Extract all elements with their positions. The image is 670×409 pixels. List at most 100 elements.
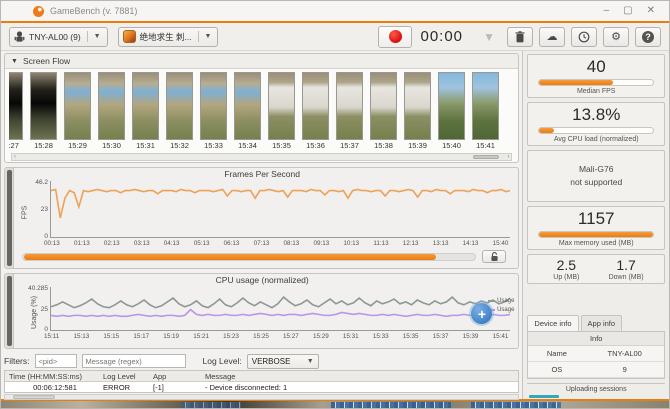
unlock-icon: [490, 252, 499, 262]
log-table-row[interactable]: 00:06:12:581 ERROR [-1] - Device disconn…: [5, 382, 518, 393]
thumbnail-image[interactable]: [166, 72, 193, 140]
x-tick-label: 11:13: [373, 240, 388, 247]
thumbnail-image[interactable]: [132, 72, 159, 140]
fps-x-ticks: 00:1301:1302:1303:1304:1305:1306:1307:13…: [44, 238, 510, 248]
col-level[interactable]: Log Level: [101, 372, 153, 381]
x-tick-label: 01:13: [74, 240, 90, 247]
scrollbar-handle[interactable]: [13, 395, 55, 399]
window-title: GameBench (v. 7881): [50, 6, 604, 16]
legend-swatch: [488, 300, 495, 302]
col-time[interactable]: Time (HH:MM:SS:ms): [5, 372, 101, 381]
maximize-button[interactable]: ▢: [623, 6, 632, 16]
col-message[interactable]: Message: [205, 372, 518, 381]
unlock-button[interactable]: [482, 250, 506, 263]
history-button[interactable]: [571, 27, 597, 47]
thumbnail-image[interactable]: [404, 72, 431, 140]
screenflow-thumbnail[interactable]: 15:37: [336, 72, 363, 150]
thumbnail-image[interactable]: [268, 72, 295, 140]
screenflow-thumbnail[interactable]: 15:40: [438, 72, 465, 150]
collapse-icon[interactable]: ▼: [11, 58, 18, 65]
log-filters-row: Filters: Log Level: VERBOSE ▼: [4, 352, 519, 370]
screenflow-thumbnail[interactable]: 15:31: [132, 72, 159, 150]
delete-button[interactable]: [507, 27, 533, 47]
cpu-vertical-scrollbar[interactable]: [5, 274, 14, 348]
settings-button[interactable]: ⚙: [603, 27, 629, 47]
chevron-down-icon: ▼: [198, 31, 214, 42]
median-fps-label: Median FPS: [536, 88, 656, 95]
screenflow-thumbnail[interactable]: 15:32: [166, 72, 193, 150]
screenflow-thumbnail[interactable]: 15:34: [234, 72, 261, 150]
thumbnail-image[interactable]: [370, 72, 397, 140]
cell-time: 00:06:12:581: [5, 383, 101, 392]
cloud-upload-button[interactable]: ☁: [539, 27, 565, 47]
scrollbar-range[interactable]: [24, 254, 436, 260]
scroll-right-icon[interactable]: ›: [507, 154, 509, 160]
gpu-card: Mali-G76 not supported: [527, 150, 665, 202]
x-tick-label: 15:15: [103, 333, 119, 340]
thumbnail-image[interactable]: [200, 72, 227, 140]
screenflow-thumbnail[interactable]: 15:33: [200, 72, 227, 150]
thumbnail-image[interactable]: [336, 72, 363, 140]
log-level-dropdown[interactable]: VERBOSE ▼: [247, 354, 319, 369]
tab-device-info[interactable]: Device info: [527, 315, 578, 331]
x-tick-label: 15:39: [463, 333, 479, 340]
scrollbar-handle[interactable]: [473, 155, 499, 159]
screenflow-thumbnail[interactable]: 15:30: [98, 72, 125, 150]
log-horizontal-scrollbar[interactable]: [4, 394, 519, 400]
median-fps-card: 40 Median FPS: [527, 54, 665, 98]
app-select-dropdown[interactable]: 绝地求生 刺... ▼: [118, 27, 219, 47]
thumbnail-image[interactable]: [472, 72, 499, 140]
screenflow-thumbnail[interactable]: 15:38: [370, 72, 397, 150]
scrollbar-handle[interactable]: [7, 276, 12, 346]
fps-horizontal-scrollbar[interactable]: [22, 253, 476, 261]
cpu-chart-title: CPU usage (normalized): [14, 275, 510, 287]
thumbnail-timestamp: 15:32: [166, 141, 193, 150]
screenflow-thumbnail[interactable]: 15:41: [472, 72, 499, 150]
thumbnail-timestamp: 15:28: [30, 141, 57, 150]
x-tick-label: 15:19: [163, 333, 179, 340]
avg-cpu-value: 13.8%: [536, 105, 656, 125]
highlighted-text-decoration: [331, 402, 451, 409]
screenflow-thumbnail[interactable]: 15:28: [30, 72, 57, 150]
screenflow-thumbnail[interactable]: 15:27: [9, 72, 23, 150]
col-app[interactable]: App: [153, 372, 205, 381]
x-tick-label: 15:27: [283, 333, 299, 340]
fps-line-series: [51, 181, 510, 237]
screenflow-scrollbar[interactable]: ‹ ›: [11, 153, 512, 161]
screenflow-thumbnail[interactable]: 15:36: [302, 72, 329, 150]
screenflow-thumbs: 15:27 15:28 15:29 15:30 15:31 15:32 15:33 15:34…: [9, 72, 516, 150]
max-memory-bar: [538, 231, 654, 238]
x-tick-label: 03:13: [134, 240, 150, 247]
fps-ytick: 0: [44, 233, 51, 240]
thumbnail-image[interactable]: [9, 72, 23, 140]
thumbnail-image[interactable]: [438, 72, 465, 140]
help-icon: ?: [642, 31, 654, 43]
x-tick-label: 15:25: [253, 333, 269, 340]
record-button[interactable]: [378, 26, 412, 48]
tab-app-info[interactable]: App info: [581, 315, 623, 331]
x-tick-label: 15:37: [433, 333, 449, 340]
screenflow-thumbnail[interactable]: 15:35: [268, 72, 295, 150]
message-filter-input[interactable]: [82, 354, 186, 368]
max-memory-label: Max memory used (MB): [536, 240, 656, 247]
scroll-left-icon[interactable]: ‹: [14, 154, 16, 160]
help-button[interactable]: ?: [635, 27, 661, 47]
network-card: 2.5 Up (MB) 1.7 Down (MB): [527, 254, 665, 284]
fps-vertical-scrollbar[interactable]: [5, 168, 14, 268]
thumbnail-image[interactable]: [234, 72, 261, 140]
thumbnail-image[interactable]: [98, 72, 125, 140]
minimize-button[interactable]: –: [604, 6, 610, 16]
device-select-dropdown[interactable]: TNY-AL00 (9) ▼: [9, 27, 108, 47]
scrollbar-handle[interactable]: [7, 170, 12, 266]
screen-flow-header[interactable]: ▼ Screen Flow: [5, 54, 518, 69]
screenflow-thumbnail[interactable]: 15:39: [404, 72, 431, 150]
thumbnail-image[interactable]: [30, 72, 57, 140]
highlighted-text-decoration: [471, 402, 561, 409]
thumbnail-image[interactable]: [302, 72, 329, 140]
thumbnail-image[interactable]: [64, 72, 91, 140]
close-button[interactable]: ✕: [647, 6, 655, 16]
screenflow-thumbnail[interactable]: 15:29: [64, 72, 91, 150]
chevron-down-icon: ▼: [87, 31, 103, 42]
x-tick-label: 05:13: [194, 240, 210, 247]
pid-filter-input[interactable]: [35, 354, 77, 368]
